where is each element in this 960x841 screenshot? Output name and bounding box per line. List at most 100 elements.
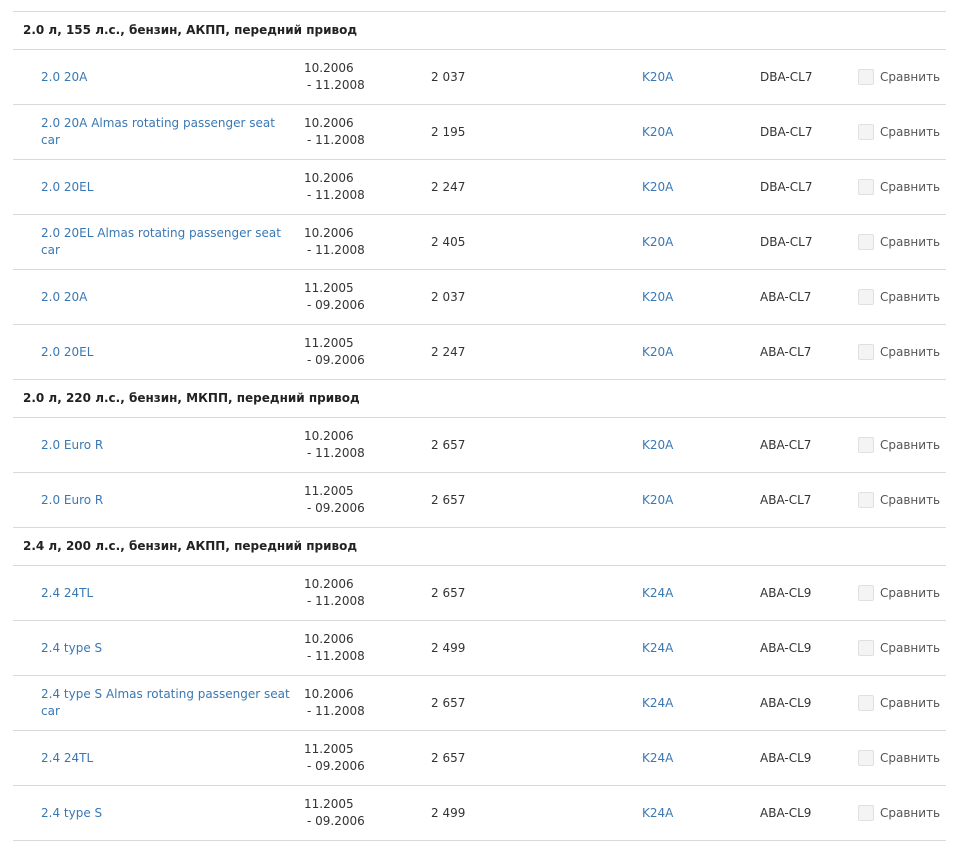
body-code: DBA-CL7 xyxy=(760,180,813,194)
modification-link[interactable]: 2.4 type S xyxy=(41,621,291,675)
engine-link[interactable]: K20A xyxy=(642,215,673,269)
compare-checkbox[interactable] xyxy=(858,234,874,250)
engine-link[interactable]: K20A xyxy=(642,325,673,379)
compare-control[interactable]: Сравнить xyxy=(858,325,940,379)
compare-control[interactable]: Сравнить xyxy=(858,473,940,527)
compare-checkbox[interactable] xyxy=(858,585,874,601)
compare-control[interactable]: Сравнить xyxy=(858,786,940,840)
period-end: - 11.2008 xyxy=(307,649,365,663)
period-start: 10.2006 xyxy=(304,61,354,75)
period-end: - 09.2006 xyxy=(307,814,365,828)
compare-checkbox[interactable] xyxy=(858,640,874,656)
engine-link[interactable]: K24A xyxy=(642,676,673,730)
compare-control[interactable]: Сравнить xyxy=(858,105,940,159)
modification-link[interactable]: 2.4 24TL xyxy=(41,731,291,785)
modification-link[interactable]: 2.0 Euro R xyxy=(41,473,291,527)
compare-checkbox[interactable] xyxy=(858,124,874,140)
production-period: 10.2006 - 11.2008 xyxy=(304,631,365,665)
modification-link[interactable]: 2.0 20EL xyxy=(41,160,291,214)
production-period: 10.2006 - 11.2008 xyxy=(304,225,365,259)
period-end: - 09.2006 xyxy=(307,759,365,773)
compare-checkbox[interactable] xyxy=(858,69,874,85)
compare-label: Сравнить xyxy=(880,180,941,194)
engine-link[interactable]: K20A xyxy=(642,418,673,472)
compare-checkbox[interactable] xyxy=(858,179,874,195)
compare-control[interactable]: Сравнить xyxy=(858,731,940,785)
body-code: ABA-CL9 xyxy=(760,641,812,655)
compare-checkbox[interactable] xyxy=(858,344,874,360)
compare-checkbox[interactable] xyxy=(858,492,874,508)
modification-link[interactable]: 2.4 type S Almas rotating passenger seat… xyxy=(41,676,291,730)
compare-label: Сравнить xyxy=(880,696,941,710)
compare-control[interactable]: Сравнить xyxy=(858,676,940,730)
period-start: 10.2006 xyxy=(304,116,354,130)
engine-link[interactable]: K20A xyxy=(642,270,673,324)
price-value: 2 037 xyxy=(431,70,466,84)
engine-link[interactable]: K20A xyxy=(642,473,673,527)
compare-control[interactable]: Сравнить xyxy=(858,160,940,214)
modification-link[interactable]: 2.0 20A xyxy=(41,270,291,324)
compare-label: Сравнить xyxy=(880,70,941,84)
engine-link[interactable]: K24A xyxy=(642,621,673,675)
table-row: 2.4 type S 11.2005 - 09.2006 2 499 K24A … xyxy=(13,786,946,841)
modification-link[interactable]: 2.4 type S xyxy=(41,786,291,840)
period-start: 11.2005 xyxy=(304,742,354,756)
compare-checkbox[interactable] xyxy=(858,289,874,305)
engine-link[interactable]: K20A xyxy=(642,50,673,104)
period-end: - 11.2008 xyxy=(307,78,365,92)
engine-link[interactable]: K20A xyxy=(642,105,673,159)
table-row: 2.4 type S Almas rotating passenger seat… xyxy=(13,676,946,731)
modification-link[interactable]: 2.0 20A Almas rotating passenger seat ca… xyxy=(41,105,291,159)
compare-label: Сравнить xyxy=(880,751,941,765)
body-code: ABA-CL7 xyxy=(760,345,812,359)
modification-link[interactable]: 2.0 20A xyxy=(41,50,291,104)
price-value: 2 499 xyxy=(431,641,466,655)
modification-link[interactable]: 2.0 20EL xyxy=(41,325,291,379)
compare-label: Сравнить xyxy=(880,290,941,304)
compare-control[interactable]: Сравнить xyxy=(858,621,940,675)
production-period: 11.2005 - 09.2006 xyxy=(304,483,365,517)
engine-link[interactable]: K24A xyxy=(642,566,673,620)
period-start: 10.2006 xyxy=(304,171,354,185)
body-code: ABA-CL9 xyxy=(760,751,812,765)
compare-label: Сравнить xyxy=(880,345,941,359)
compare-label: Сравнить xyxy=(880,493,941,507)
modification-link[interactable]: 2.0 20EL Almas rotating passenger seat c… xyxy=(41,215,291,269)
engine-link[interactable]: K24A xyxy=(642,786,673,840)
engine-link[interactable]: K20A xyxy=(642,160,673,214)
table-row: 2.0 20EL 11.2005 - 09.2006 2 247 K20A AB… xyxy=(13,325,946,380)
production-period: 10.2006 - 11.2008 xyxy=(304,428,365,462)
period-start: 10.2006 xyxy=(304,226,354,240)
modifications-table: 2.0 л, 155 л.с., бензин, АКПП, передний … xyxy=(13,11,946,841)
engine-link[interactable]: K24A xyxy=(642,731,673,785)
compare-label: Сравнить xyxy=(880,235,941,249)
compare-control[interactable]: Сравнить xyxy=(858,566,940,620)
body-code: ABA-CL7 xyxy=(760,290,812,304)
table-row: 2.0 Euro R 10.2006 - 11.2008 2 657 K20A … xyxy=(13,418,946,473)
compare-checkbox[interactable] xyxy=(858,695,874,711)
production-period: 10.2006 - 11.2008 xyxy=(304,60,365,94)
table-row: 2.4 24TL 11.2005 - 09.2006 2 657 K24A AB… xyxy=(13,731,946,786)
price-value: 2 405 xyxy=(431,235,466,249)
compare-label: Сравнить xyxy=(880,641,941,655)
production-period: 10.2006 - 11.2008 xyxy=(304,686,365,720)
body-code: ABA-CL9 xyxy=(760,586,812,600)
table-row: 2.0 Euro R 11.2005 - 09.2006 2 657 K20A … xyxy=(13,473,946,528)
body-code: ABA-CL9 xyxy=(760,696,812,710)
compare-checkbox[interactable] xyxy=(858,805,874,821)
modification-link[interactable]: 2.0 Euro R xyxy=(41,418,291,472)
compare-control[interactable]: Сравнить xyxy=(858,418,940,472)
period-end: - 11.2008 xyxy=(307,446,365,460)
period-start: 10.2006 xyxy=(304,429,354,443)
production-period: 11.2005 - 09.2006 xyxy=(304,280,365,314)
compare-checkbox[interactable] xyxy=(858,750,874,766)
compare-label: Сравнить xyxy=(880,125,941,139)
compare-control[interactable]: Сравнить xyxy=(858,270,940,324)
price-value: 2 499 xyxy=(431,806,466,820)
table-row: 2.4 type S 10.2006 - 11.2008 2 499 K24A … xyxy=(13,621,946,676)
compare-control[interactable]: Сравнить xyxy=(858,50,940,104)
modification-link[interactable]: 2.4 24TL xyxy=(41,566,291,620)
compare-control[interactable]: Сравнить xyxy=(858,215,940,269)
period-start: 10.2006 xyxy=(304,687,354,701)
compare-checkbox[interactable] xyxy=(858,437,874,453)
